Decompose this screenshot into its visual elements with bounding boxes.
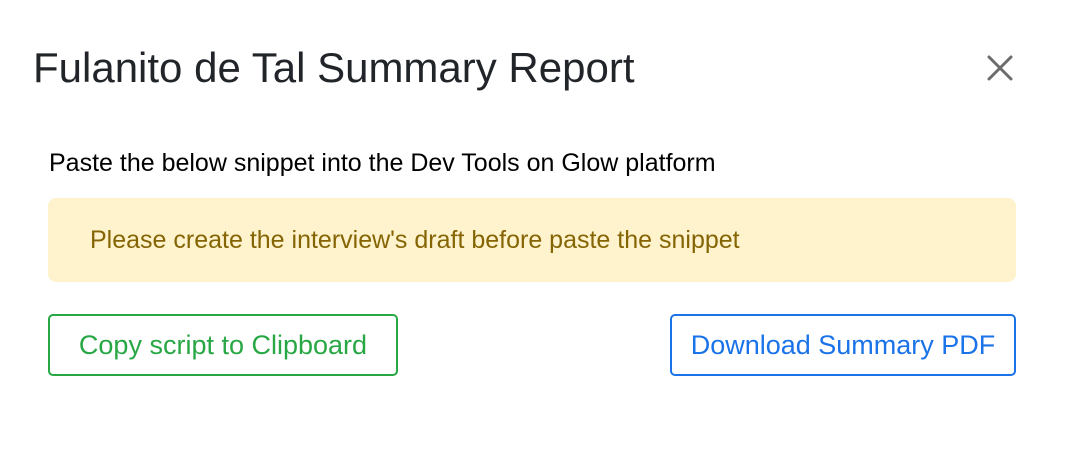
warning-alert-text: Please create the interview's draft befo…	[90, 225, 740, 254]
copy-script-button[interactable]: Copy script to Clipboard	[48, 314, 398, 376]
close-icon	[987, 55, 1013, 81]
download-summary-pdf-button[interactable]: Download Summary PDF	[670, 314, 1016, 376]
modal-title: Fulanito de Tal Summary Report	[33, 44, 635, 91]
warning-alert: Please create the interview's draft befo…	[48, 198, 1016, 282]
instruction-text: Paste the below snippet into the Dev Too…	[49, 149, 716, 177]
close-button[interactable]	[976, 44, 1024, 92]
summary-report-modal: Fulanito de Tal Summary Report Paste the…	[0, 0, 1072, 458]
